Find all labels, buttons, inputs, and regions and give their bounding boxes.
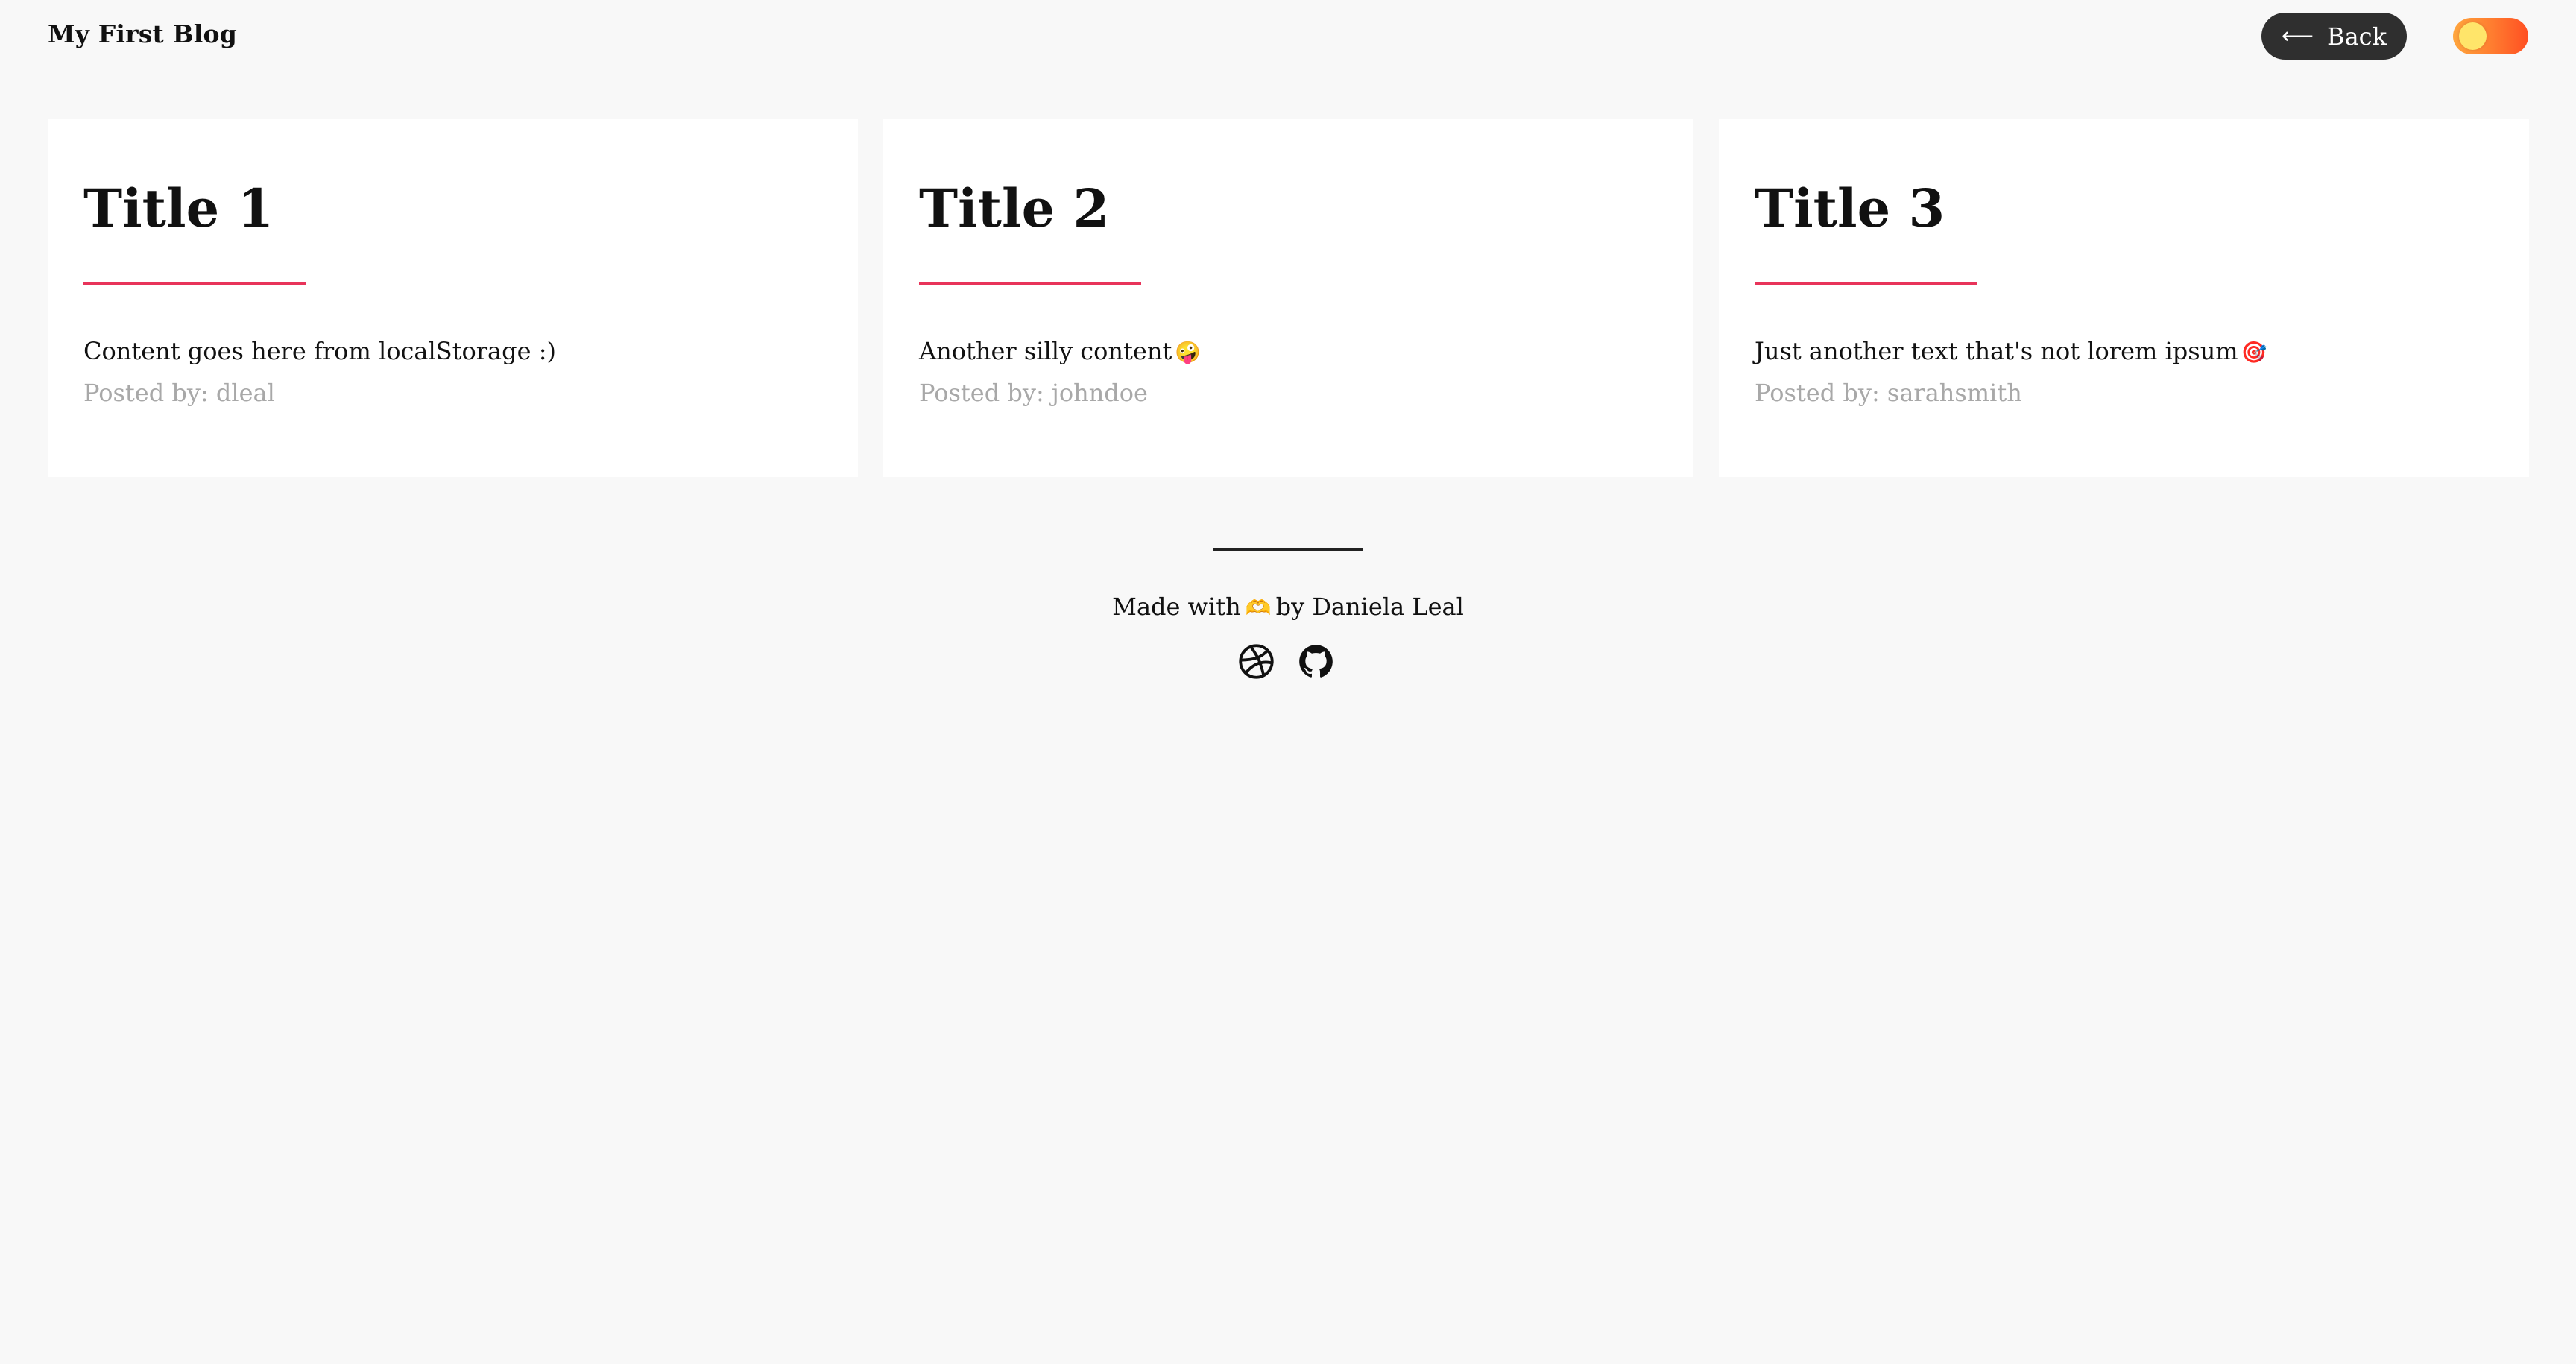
title-divider [83,282,306,285]
post-author: Posted by: sarahsmith [1755,379,2022,407]
post-card: Title 1 Content goes here from localStor… [48,119,858,477]
title-divider [1755,282,1977,285]
post-content: Another silly content 🤪 [919,337,1201,365]
site-brand[interactable]: My First Blog [48,19,237,48]
post-list: Title 1 Content goes here from localStor… [48,119,2529,477]
back-button[interactable]: ⟵ Back [2261,13,2407,60]
post-title: Title 1 [83,177,274,239]
post-card: Title 2 Another silly content 🤪 Posted by… [883,119,1693,477]
footer-made-with: Made with [1112,593,1241,621]
post-author: Posted by: johndoe [919,379,1148,407]
post-card: Title 3 Just another text that's not lor… [1719,119,2529,477]
post-emoji: 🎯 [2241,340,2267,364]
post-author: Posted by: dleal [83,379,275,407]
post-content: Just another text that's not lorem ipsum… [1755,337,2267,365]
post-content: Content goes here from localStorage :) [83,337,559,365]
social-links [1237,642,1342,681]
footer-divider [1213,548,1363,551]
back-button-label: Back [2327,22,2387,51]
arrow-left-icon: ⟵ [2282,23,2314,49]
sun-icon [2459,22,2487,50]
post-content-text: Just another text that's not lorem ipsum [1755,337,2238,365]
heart-hands-icon: 🫶 [1245,596,1272,620]
post-title: Title 2 [919,177,1110,239]
site-header: My First Blog ⟵ Back [0,0,2576,75]
footer-author: by Daniela Leal [1275,593,1464,621]
post-content-text: Content goes here from localStorage :) [83,337,556,365]
post-content-text: Another silly content [919,337,1172,365]
dribbble-icon[interactable] [1237,642,1275,681]
post-emoji: 🤪 [1175,340,1202,364]
title-divider [919,282,1141,285]
github-icon[interactable] [1297,642,1335,681]
theme-toggle[interactable] [2453,18,2528,54]
post-title: Title 3 [1755,177,1945,239]
footer-credit: Made with 🫶 by Daniela Leal [0,593,2576,621]
